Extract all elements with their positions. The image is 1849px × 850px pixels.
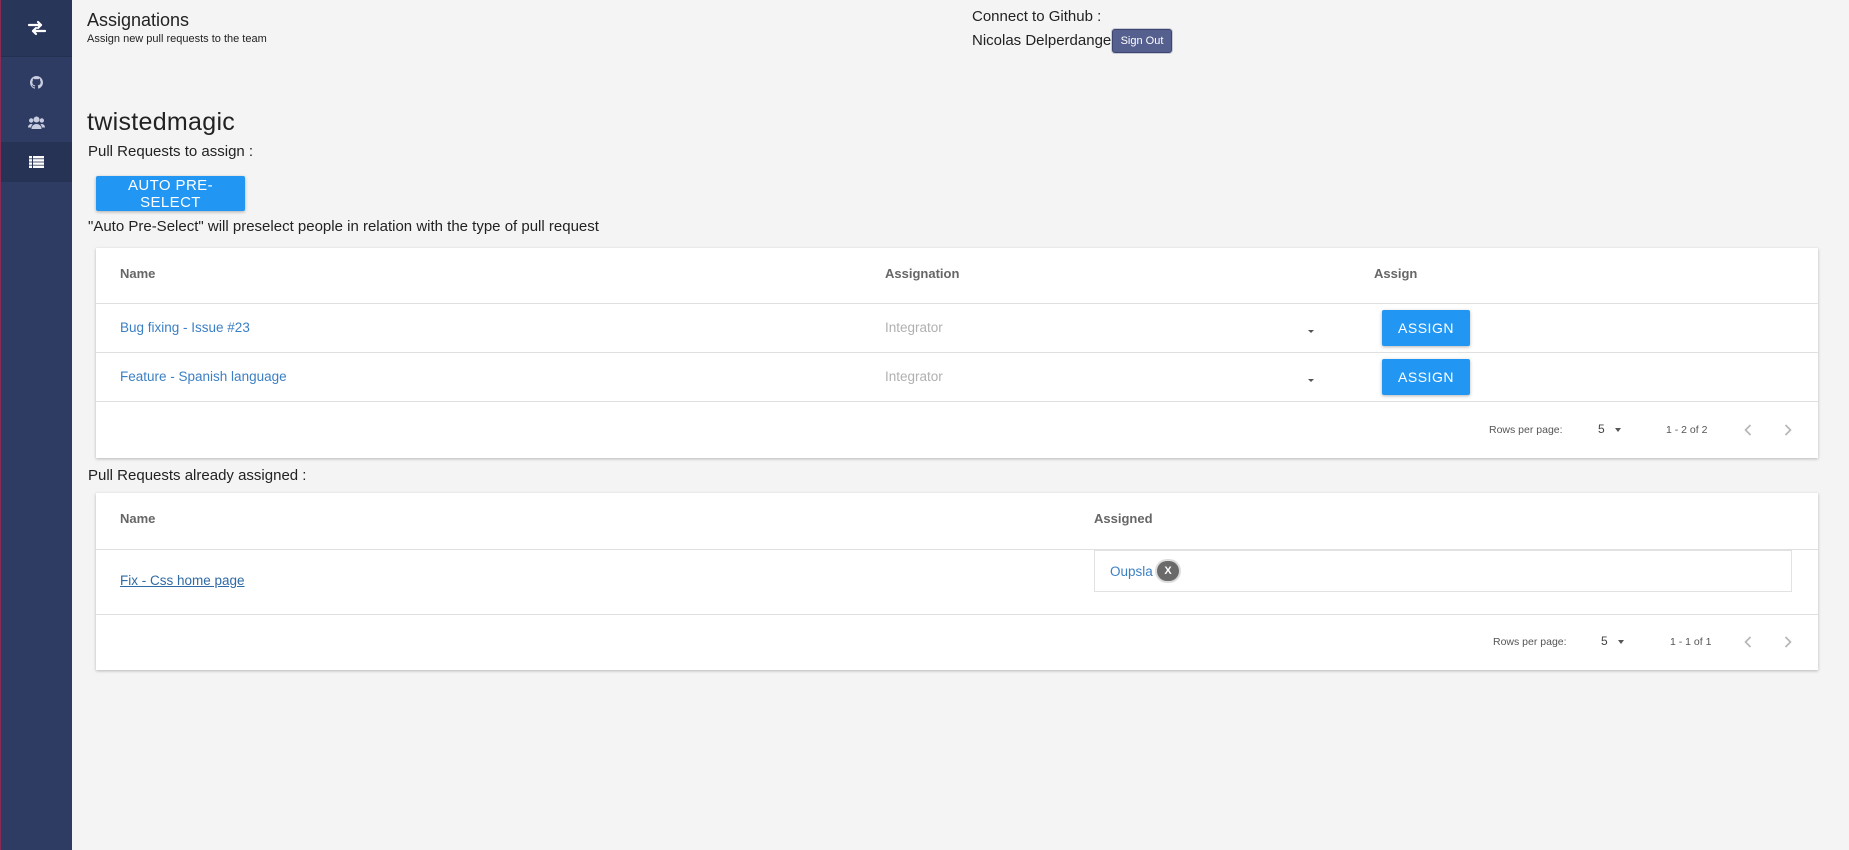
chevron-left-icon: [1744, 636, 1752, 648]
assign-button[interactable]: ASSIGN: [1382, 310, 1470, 346]
pull-request-link[interactable]: Fix - Css home page: [120, 573, 245, 588]
sidebar-item-team[interactable]: [1, 102, 72, 142]
assigned-table: Name Assigned Fix - Css home page Oupsla…: [96, 493, 1818, 670]
github-connect-label: Connect to Github :: [972, 8, 1102, 25]
organization-name: twistedmagic: [87, 108, 236, 136]
to-assign-section-label: Pull Requests to assign :: [88, 143, 254, 160]
prev-page-button[interactable]: [1740, 422, 1756, 438]
column-header-assigned[interactable]: Assigned: [1094, 511, 1153, 526]
chevron-left-icon: [1744, 424, 1752, 436]
sidebar: [0, 0, 72, 850]
sign-out-button[interactable]: Sign Out: [1112, 29, 1172, 53]
assigned-section-label: Pull Requests already assigned :: [88, 467, 307, 484]
chevron-down-icon[interactable]: [1308, 330, 1314, 333]
chevron-down-icon[interactable]: [1615, 428, 1621, 432]
divider: [96, 614, 1818, 615]
pull-request-link[interactable]: Feature - Spanish language: [120, 369, 287, 384]
sidebar-item-assignations[interactable]: [1, 142, 72, 182]
auto-preselect-hint: "Auto Pre-Select" will preselect people …: [88, 218, 599, 235]
app-logo[interactable]: [1, 0, 72, 57]
list-icon: [29, 156, 44, 168]
assignee-name[interactable]: Oupsla: [1110, 564, 1153, 579]
chevron-down-icon[interactable]: [1618, 640, 1624, 644]
next-page-button[interactable]: [1780, 422, 1796, 438]
github-user-name: Nicolas Delperdange: [972, 32, 1112, 49]
rows-per-page-select[interactable]: 5: [1601, 634, 1608, 648]
column-header-name[interactable]: Name: [120, 511, 155, 526]
rows-per-page-label: Rows per page:: [1493, 636, 1567, 648]
divider: [96, 352, 1818, 353]
page-subtitle: Assign new pull requests to the team: [87, 33, 267, 45]
assignee-chip-input[interactable]: Oupsla X: [1094, 550, 1792, 592]
assign-button[interactable]: ASSIGN: [1382, 359, 1470, 395]
chevron-right-icon: [1784, 636, 1792, 648]
next-page-button[interactable]: [1780, 634, 1796, 650]
rows-per-page-label: Rows per page:: [1489, 424, 1563, 436]
divider: [96, 303, 1818, 304]
pagination-range: 1 - 1 of 1: [1670, 636, 1712, 648]
divider: [96, 401, 1818, 402]
pull-request-link[interactable]: Bug fixing - Issue #23: [120, 320, 250, 335]
chevron-right-icon: [1784, 424, 1792, 436]
prev-page-button[interactable]: [1740, 634, 1756, 650]
chevron-down-icon[interactable]: [1308, 379, 1314, 382]
rows-per-page-select[interactable]: 5: [1598, 422, 1605, 436]
column-header-assignation[interactable]: Assignation: [885, 266, 959, 281]
github-icon: [30, 75, 43, 89]
column-header-assign[interactable]: Assign: [1374, 266, 1417, 281]
to-assign-table: Name Assignation Assign Bug fixing - Iss…: [96, 248, 1818, 458]
sidebar-item-github[interactable]: [1, 62, 72, 102]
remove-assignee-button[interactable]: X: [1157, 561, 1179, 581]
auto-preselect-button[interactable]: AUTO PRE-SELECT: [96, 176, 245, 211]
assignation-select[interactable]: Integrator: [885, 320, 943, 335]
pagination-range: 1 - 2 of 2: [1666, 424, 1708, 436]
column-header-name[interactable]: Name: [120, 266, 155, 281]
swap-arrows-icon: [27, 20, 46, 36]
users-icon: [28, 116, 45, 129]
page-title: Assignations: [87, 10, 190, 30]
assignation-select[interactable]: Integrator: [885, 369, 943, 384]
